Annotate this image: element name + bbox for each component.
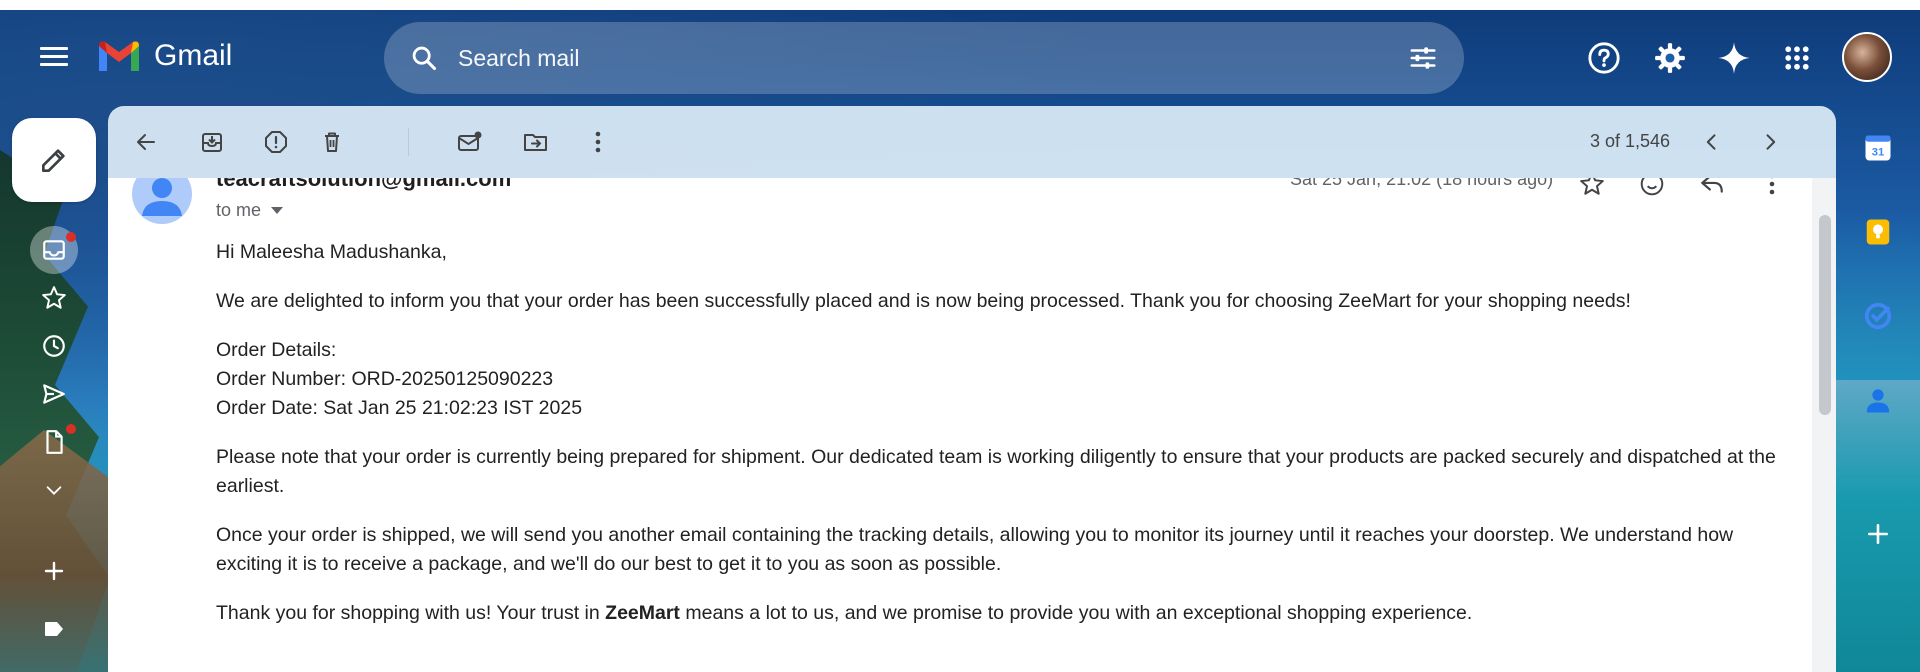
drafts-badge-dot: [66, 424, 76, 434]
closing-text-start: Thank you for shopping with us! Your tru…: [216, 602, 606, 624]
more-chevron-down-icon[interactable]: [34, 470, 74, 510]
message-view: teacraftsolution@gmail.com Sat 25 Jan, 2…: [108, 178, 1812, 672]
create-label-plus-icon[interactable]: [34, 551, 74, 591]
received-date: Sat 25 Jan, 21:02 (18 hours ago): [1290, 178, 1554, 189]
get-addons-plus-icon[interactable]: [1860, 516, 1896, 552]
message-toolbar: 3 of 1,546: [108, 106, 1836, 178]
sender-email[interactable]: teacraftsolution@gmail.com: [216, 178, 511, 192]
gemini-sparkle-icon[interactable]: [1714, 38, 1754, 78]
recipient-details-toggle[interactable]: to me: [216, 200, 284, 221]
calendar-day: 31: [1872, 147, 1885, 159]
google-calendar-icon[interactable]: 31: [1860, 130, 1896, 166]
delete-trash-icon[interactable]: [314, 124, 350, 160]
order-details: Order Details: Order Number: ORD-2025012…: [216, 336, 1796, 423]
message-more-vertical-icon[interactable]: [1758, 178, 1786, 198]
order-details-heading: Order Details:: [216, 339, 337, 361]
archive-icon[interactable]: [194, 124, 230, 160]
order-number: Order Number: ORD-20250125090223: [216, 368, 554, 390]
message-body: Hi Maleesha Madushanka, We are delighted…: [216, 238, 1796, 648]
google-keep-icon[interactable]: [1860, 214, 1896, 250]
apps-grid-icon[interactable]: [1777, 38, 1817, 78]
back-arrow-icon[interactable]: [128, 124, 164, 160]
move-to-folder-icon[interactable]: [518, 124, 554, 160]
add-reaction-emoji-icon[interactable]: [1638, 178, 1666, 198]
account-avatar[interactable]: [1842, 32, 1892, 82]
newer-chevron-left-icon[interactable]: [1694, 124, 1730, 160]
help-icon[interactable]: [1584, 38, 1624, 78]
sent-icon[interactable]: [34, 374, 74, 414]
gmail-m-icon: [99, 41, 139, 71]
google-contacts-icon[interactable]: [1860, 382, 1896, 418]
search-bar[interactable]: Search mail: [384, 22, 1464, 94]
recipient-label: to me: [216, 200, 262, 220]
search-options-icon[interactable]: [1408, 43, 1438, 73]
app-name: Gmail: [154, 39, 233, 72]
intro-paragraph: We are delighted to inform you that your…: [216, 290, 1631, 312]
shipment-paragraph: Please note that your order is currently…: [216, 446, 1776, 497]
older-chevron-right-icon[interactable]: [1752, 124, 1788, 160]
star-icon[interactable]: [1578, 178, 1606, 198]
compose-button[interactable]: [12, 118, 96, 202]
search-input[interactable]: Search mail: [458, 45, 1408, 72]
report-spam-icon[interactable]: [258, 124, 294, 160]
google-tasks-icon[interactable]: [1860, 298, 1896, 334]
brand-name: ZeeMart: [605, 602, 680, 624]
scrollbar-thumb[interactable]: [1819, 215, 1831, 415]
window-top-strip: [0, 0, 1920, 10]
toolbar-divider: [408, 128, 409, 156]
main-menu-icon[interactable]: [40, 47, 68, 67]
gmail-logo[interactable]: Gmail: [96, 38, 232, 74]
more-options-vertical-icon[interactable]: [580, 124, 616, 160]
mark-unread-icon[interactable]: [452, 124, 488, 160]
reply-icon[interactable]: [1698, 178, 1726, 198]
inbox-unread-dot: [66, 232, 76, 242]
snoozed-clock-icon[interactable]: [34, 326, 74, 366]
settings-gear-icon[interactable]: [1650, 38, 1690, 78]
caret-down-icon: [271, 206, 284, 214]
search-icon[interactable]: [410, 44, 438, 72]
order-date: Order Date: Sat Jan 25 21:02:23 IST 2025: [216, 397, 583, 419]
tracking-paragraph: Once your order is shipped, we will send…: [216, 524, 1734, 575]
starred-icon[interactable]: [34, 278, 74, 318]
sender-avatar-icon: [132, 178, 192, 224]
greeting: Hi Maleesha Madushanka,: [216, 241, 447, 263]
closing-paragraph: Thank you for shopping with us! Your tru…: [216, 599, 1796, 628]
closing-text-end: means a lot to us, and we promise to pro…: [679, 602, 1473, 624]
label-tag-icon[interactable]: [34, 609, 74, 649]
pencil-icon: [42, 149, 65, 172]
message-pager: 3 of 1,546: [1590, 131, 1671, 151]
